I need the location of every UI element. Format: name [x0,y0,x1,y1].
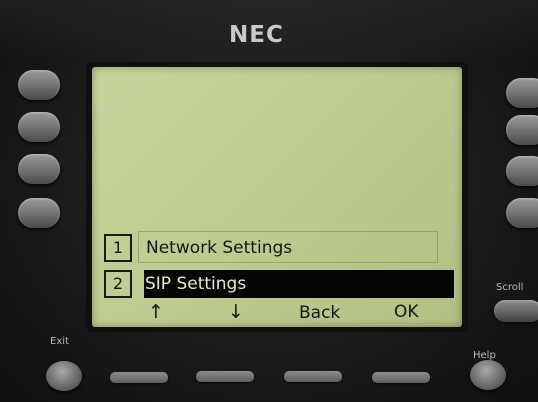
menu-item-network-settings[interactable]: Network Settings [146,236,292,260]
up-arrow-icon: ↑ [148,301,164,323]
left-line-key-4[interactable] [18,198,60,228]
left-line-key-2[interactable] [18,112,60,142]
right-line-key-3[interactable] [506,156,538,186]
scroll-label: Scroll [496,282,524,293]
menu-item-sip-settings[interactable]: SIP Settings [145,272,246,296]
back-softkey-label: Back [299,303,341,323]
bottom-softkey-1[interactable] [110,372,168,383]
menu-item-1-number[interactable]: 1 [104,234,132,262]
left-line-key-1[interactable] [18,70,60,100]
bottom-softkey-4[interactable] [372,372,430,383]
scroll-button[interactable] [494,300,538,322]
left-line-key-3[interactable] [18,154,60,184]
exit-button[interactable] [46,361,82,391]
brand-logo: NEC [229,22,284,48]
bottom-softkey-2[interactable] [196,371,254,382]
desk-phone: NEC 1 Network Settings 2 SIP Settings ↑ … [0,0,538,402]
right-line-key-2[interactable] [506,115,538,145]
lcd-screen: 1 Network Settings 2 SIP Settings ↑ ↓ Ba… [92,67,462,327]
right-line-key-1[interactable] [506,78,538,108]
ok-softkey-label: OK [394,302,419,322]
menu-item-2-number[interactable]: 2 [104,270,132,298]
right-line-key-4[interactable] [506,198,538,228]
down-arrow-icon: ↓ [228,301,244,323]
exit-label: Exit [50,336,69,347]
help-button[interactable] [470,360,506,390]
bottom-softkey-3[interactable] [284,371,342,382]
